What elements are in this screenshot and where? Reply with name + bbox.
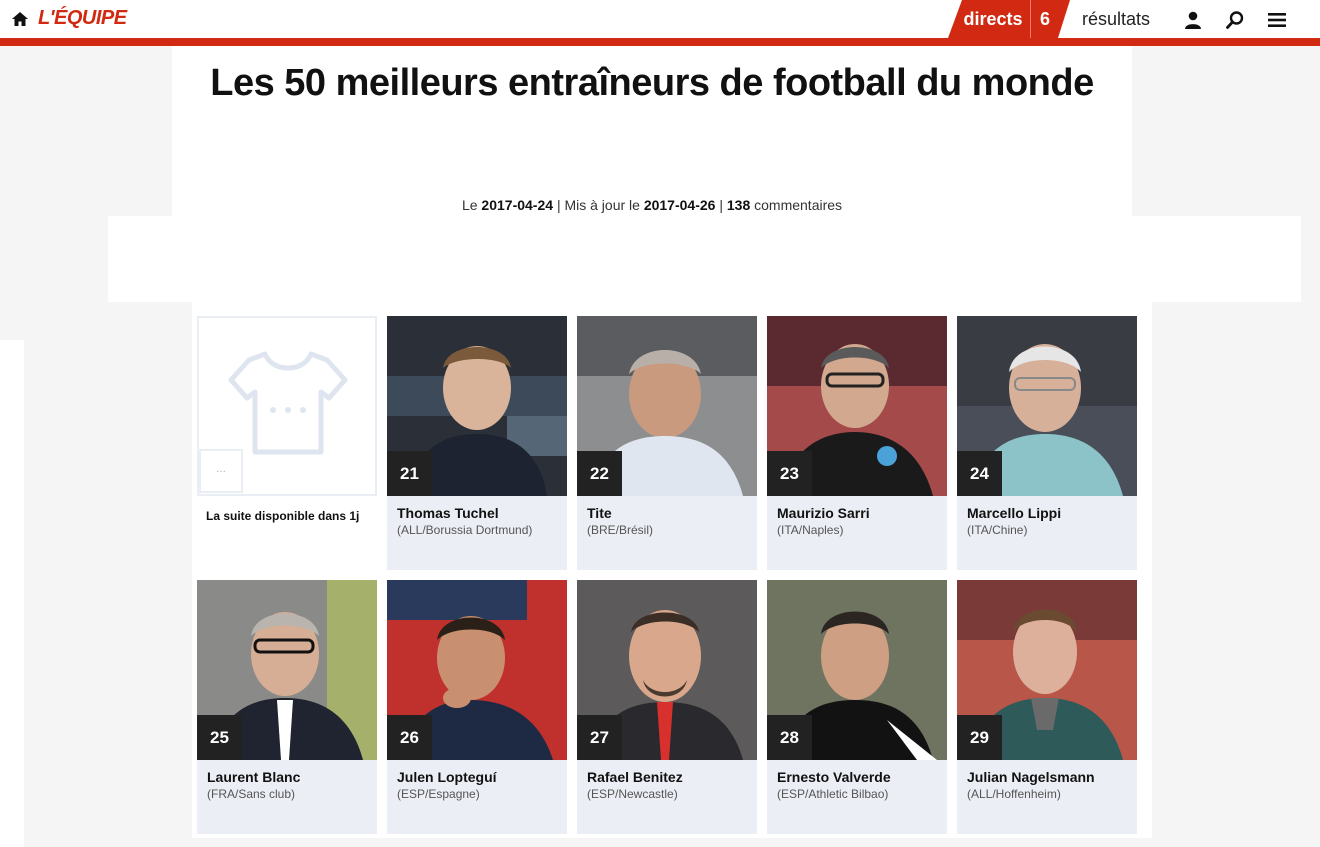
coach-card[interactable]: 29 Julian Nagelsmann (ALL/Hoffenheim): [957, 580, 1137, 834]
coach-name[interactable]: Tite: [587, 505, 752, 521]
updated-date: 2017-04-26: [643, 197, 716, 213]
coach-card[interactable]: 27 Rafael Benitez (ESP/Newcastle): [577, 580, 757, 834]
user-icon[interactable]: [1183, 10, 1203, 30]
published-prefix: Le: [461, 197, 478, 213]
coach-info: (ITA/Naples): [777, 523, 844, 537]
coach-info: (ESP/Athletic Bilbao): [777, 787, 889, 801]
rank-badge: 24: [957, 451, 1002, 496]
coach-card[interactable]: 26 Julen Lopteguí (ESP/Espagne): [387, 580, 567, 834]
coach-name[interactable]: Thomas Tuchel: [397, 505, 562, 521]
placeholder-small-box: ...: [199, 449, 243, 493]
coach-info: (ALL/Borussia Dortmund): [397, 523, 533, 537]
coach-info: (ESP/Espagne): [397, 787, 480, 801]
directs-link[interactable]: directs: [948, 0, 1030, 38]
coach-name[interactable]: Marcello Lippi: [967, 505, 1132, 521]
coach-info: (ESP/Newcastle): [587, 787, 678, 801]
right-margin: [1152, 302, 1320, 838]
rank-badge: 29: [957, 715, 1002, 760]
coach-info: (ALL/Hoffenheim): [967, 787, 1061, 801]
shirt-icon: [227, 348, 349, 463]
menu-icon[interactable]: [1267, 10, 1287, 30]
coach-name[interactable]: Julen Lopteguí: [397, 769, 562, 785]
coach-name[interactable]: Maurizio Sarri: [777, 505, 942, 521]
coach-card[interactable]: 28 Ernesto Valverde (ESP/Athletic Bilbao…: [767, 580, 947, 834]
rank-badge: 22: [577, 451, 622, 496]
coach-card[interactable]: 24 Marcello Lippi (ITA/Chine): [957, 316, 1137, 570]
article-meta: Le 2017-04-24 | Mis à jour le 2017-04-26…: [172, 197, 1132, 213]
coach-card[interactable]: 25 Laurent Blanc (FRA/Sans club): [197, 580, 377, 834]
search-icon[interactable]: [1225, 10, 1245, 30]
page-title: Les 50 meilleurs entraîneurs de football…: [210, 62, 1094, 104]
coach-card[interactable]: 22 Tite (BRE/Brésil): [577, 316, 757, 570]
coach-name[interactable]: Rafael Benitez: [587, 769, 752, 785]
ad-banner-area: [108, 216, 1301, 302]
coach-card[interactable]: 23 Maurizio Sarri (ITA/Naples): [767, 316, 947, 570]
coach-name[interactable]: Laurent Blanc: [207, 769, 372, 785]
upcoming-placeholder-card: ... La suite disponible dans 1j: [197, 316, 377, 570]
directs-count-badge[interactable]: 6: [1030, 0, 1070, 38]
meta-separator: |: [719, 197, 723, 213]
comments-count[interactable]: 138: [727, 197, 750, 213]
rank-badge: 27: [577, 715, 622, 760]
placeholder-text: La suite disponible dans 1j: [206, 509, 360, 523]
coach-info: (FRA/Sans club): [207, 787, 296, 801]
published-date: 2017-04-24: [481, 197, 554, 213]
left-margin: [24, 302, 192, 838]
resultats-link[interactable]: résultats: [1082, 0, 1150, 38]
rank-badge: 23: [767, 451, 812, 496]
coach-name[interactable]: Ernesto Valverde: [777, 769, 942, 785]
left-edge: [0, 340, 24, 847]
coach-info: (ITA/Chine): [967, 523, 1028, 537]
lequipe-logo[interactable]: L'ÉQUIPE: [38, 7, 127, 30]
coach-card[interactable]: 21 Thomas Tuchel (ALL/Borussia Dortmund): [387, 316, 567, 570]
top-navbar: L'ÉQUIPE directs 6 résultats: [0, 0, 1320, 38]
rank-badge: 28: [767, 715, 812, 760]
rank-badge: 21: [387, 451, 432, 496]
comments-label[interactable]: commentaires: [754, 197, 842, 213]
home-icon[interactable]: [11, 10, 29, 28]
coach-name[interactable]: Julian Nagelsmann: [967, 769, 1132, 785]
coach-info: (BRE/Brésil): [587, 523, 654, 537]
rank-badge: 26: [387, 715, 432, 760]
rank-badge: 25: [197, 715, 242, 760]
header-accent-bar: [0, 38, 1320, 46]
updated-prefix: | Mis à jour le: [556, 197, 640, 213]
